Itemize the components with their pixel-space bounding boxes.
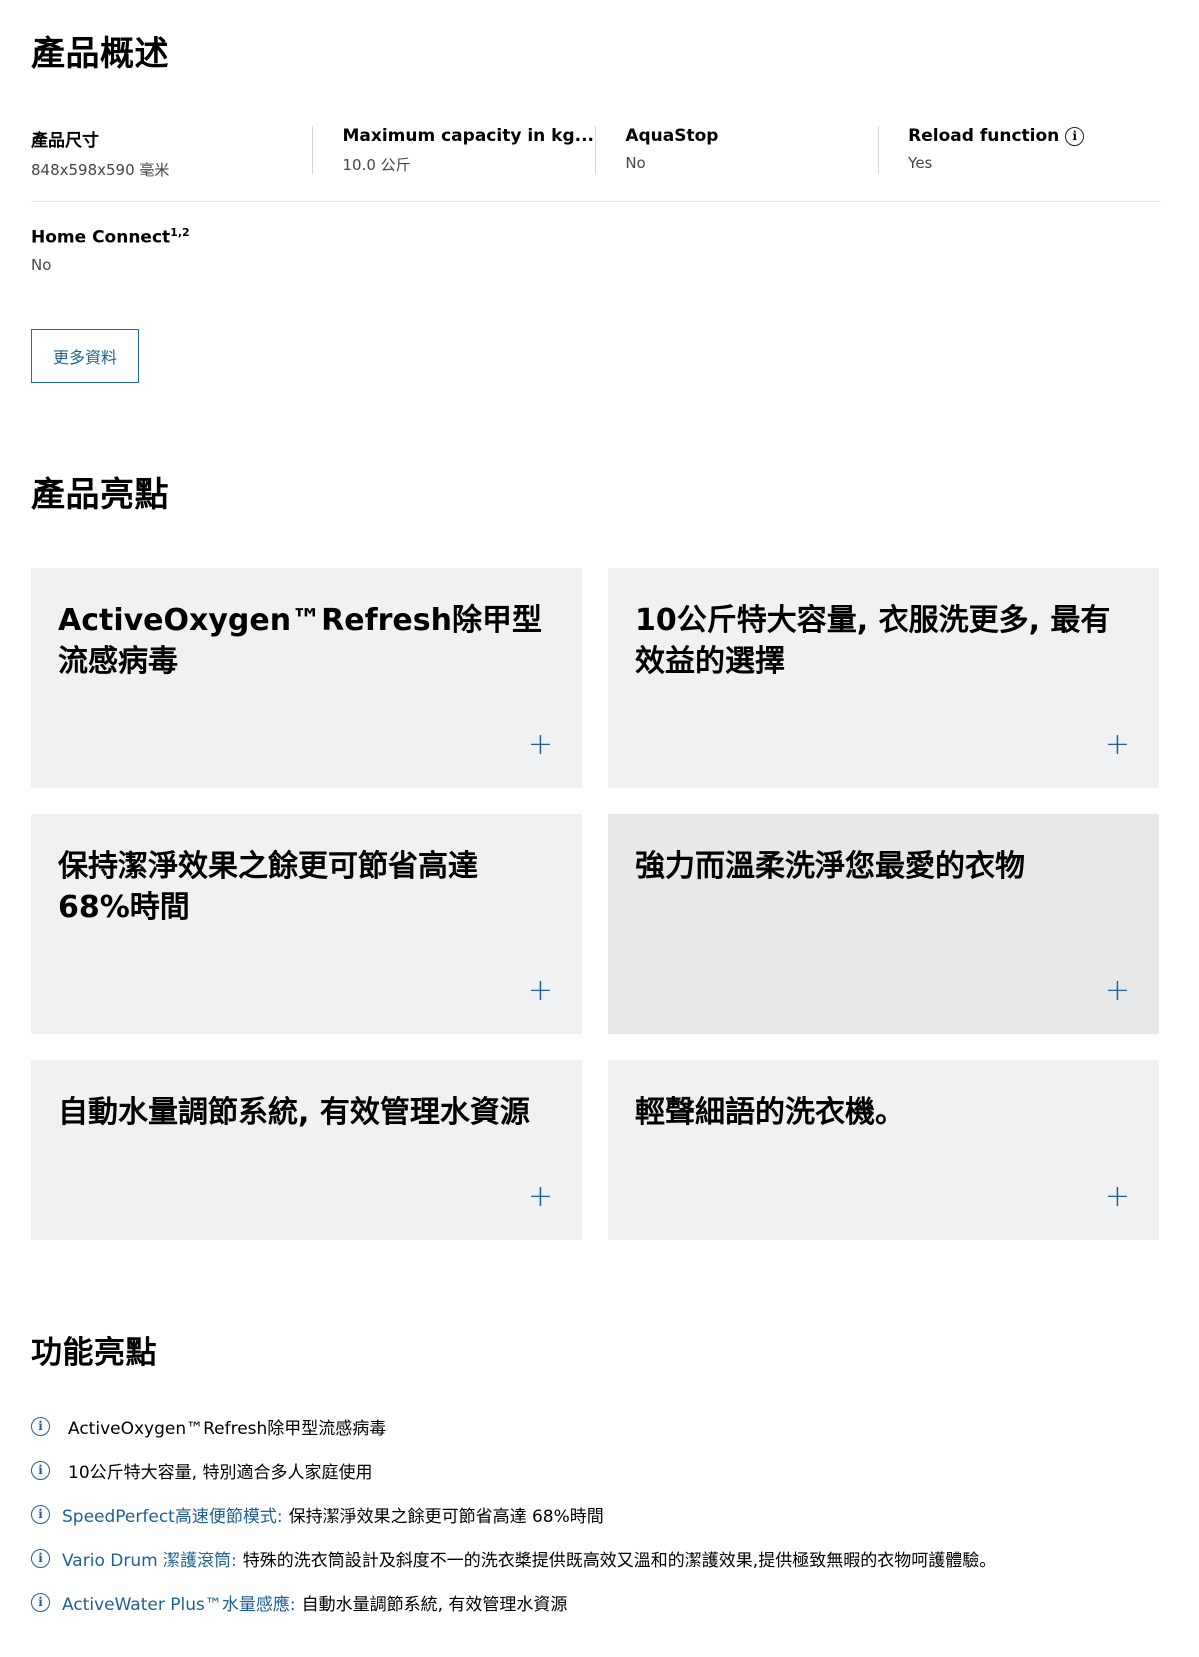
feature-text: 保持潔淨效果之餘更可節省高達 68%時間: [288, 1506, 604, 1527]
card-title: 自動水量調節系統, 有效管理水資源: [58, 1095, 530, 1130]
plus-icon[interactable]: +: [1105, 976, 1130, 1006]
list-item: i 10公斤特大容量, 特別適合多人家庭使用: [31, 1448, 996, 1492]
list-item: i Vario Drum 潔護滾筒: 特殊的洗衣筒設計及斜度不一的洗衣槳提供既高…: [31, 1536, 996, 1580]
spec-home-connect: Home Connect1,2 No: [31, 226, 190, 274]
highlight-card[interactable]: 輕聲細語的洗衣機。 +: [608, 1060, 1159, 1240]
highlight-card[interactable]: ActiveOxygen™Refresh除甲型流感病毒 +: [31, 568, 582, 788]
plus-icon[interactable]: +: [528, 730, 553, 760]
spec-row: 產品尺寸 848x598x590 毫米 Maximum capacity in …: [31, 126, 1161, 202]
highlight-cards: ActiveOxygen™Refresh除甲型流感病毒 + 10公斤特大容量, …: [31, 568, 1161, 1240]
list-item: i SpeedPerfect高速便節模式: 保持潔淨效果之餘更可節省高達 68%…: [31, 1492, 996, 1536]
spec-label: AquaStop: [625, 126, 719, 146]
feature-text: 特殊的洗衣筒設計及斜度不一的洗衣槳提供既高效又溫和的潔護效果,提供極致無暇的衣物…: [242, 1550, 997, 1571]
plus-icon[interactable]: +: [1105, 1182, 1130, 1212]
spec-dimensions: 產品尺寸 848x598x590 毫米: [31, 126, 312, 179]
list-item: i ActiveOxygen™Refresh除甲型流感病毒: [31, 1404, 996, 1448]
overview-title: 產品概述: [31, 34, 169, 74]
highlight-card[interactable]: 10公斤特大容量, 衣服洗更多, 最有效益的選擇 +: [608, 568, 1159, 788]
highlight-card[interactable]: 強力而溫柔洗淨您最愛的衣物 +: [608, 814, 1159, 1034]
info-icon[interactable]: i: [1065, 126, 1085, 146]
feature-text: 自動水量調節系統, 有效管理水資源: [301, 1594, 568, 1615]
spec-label: Maximum capacity in kg...: [342, 126, 595, 146]
spec-value: 10.0 公斤: [342, 156, 411, 174]
footnote-ref: 1,2: [170, 226, 190, 239]
spec-label: Reload function: [908, 126, 1060, 146]
spec-label: 產品尺寸: [31, 131, 99, 151]
spec-capacity: Maximum capacity in kg... 10.0 公斤: [312, 126, 595, 174]
highlights-title: 產品亮點: [31, 475, 169, 515]
info-icon[interactable]: i: [31, 1460, 50, 1480]
spec-reload: Reload function i Yes: [878, 126, 1161, 174]
feature-text: 10公斤特大容量, 特別適合多人家庭使用: [68, 1462, 373, 1483]
feature-link[interactable]: ActiveWater Plus™水量感應:: [62, 1590, 296, 1615]
spec-aquastop: AquaStop No: [595, 126, 878, 174]
plus-icon[interactable]: +: [1105, 730, 1130, 760]
feature-link[interactable]: Vario Drum 潔護滾筒:: [62, 1546, 237, 1571]
spec-value: No: [31, 255, 52, 274]
info-icon[interactable]: i: [31, 1416, 50, 1436]
card-title: 輕聲細語的洗衣機。: [635, 1095, 905, 1130]
spec-value: Yes: [908, 154, 933, 172]
card-title: 10公斤特大容量, 衣服洗更多, 最有效益的選擇: [635, 603, 1111, 679]
spec-label-wrap: Reload function i: [908, 126, 1161, 146]
card-title: 保持潔淨效果之餘更可節省高達 68%時間: [58, 849, 478, 925]
spec-label-wrap: Home Connect1,2: [31, 226, 190, 248]
features-title: 功能亮點: [31, 1335, 157, 1371]
list-item: i ActiveWater Plus™水量感應: 自動水量調節系統, 有效管理水…: [31, 1580, 996, 1624]
spec-value: 848x598x590 毫米: [31, 161, 170, 179]
info-icon[interactable]: i: [31, 1548, 50, 1568]
info-icon[interactable]: i: [31, 1592, 50, 1612]
card-title: ActiveOxygen™Refresh除甲型流感病毒: [58, 603, 542, 679]
spec-value: No: [625, 154, 646, 172]
more-info-button[interactable]: 更多資料: [31, 329, 139, 383]
product-page: 產品概述 產品尺寸 848x598x590 毫米 Maximum capacit…: [0, 0, 1199, 1657]
feature-list: i ActiveOxygen™Refresh除甲型流感病毒 i 10公斤特大容量…: [31, 1404, 996, 1624]
feature-text: ActiveOxygen™Refresh除甲型流感病毒: [68, 1418, 387, 1439]
card-title: 強力而溫柔洗淨您最愛的衣物: [635, 849, 1025, 884]
highlight-card[interactable]: 自動水量調節系統, 有效管理水資源 +: [31, 1060, 582, 1240]
spec-table: 產品尺寸 848x598x590 毫米 Maximum capacity in …: [31, 126, 1161, 202]
highlight-card[interactable]: 保持潔淨效果之餘更可節省高達 68%時間 +: [31, 814, 582, 1034]
info-icon[interactable]: i: [31, 1504, 50, 1524]
spec-label: Home Connect: [31, 227, 171, 248]
feature-link[interactable]: SpeedPerfect高速便節模式:: [62, 1502, 283, 1527]
plus-icon[interactable]: +: [528, 1182, 553, 1212]
plus-icon[interactable]: +: [528, 976, 553, 1006]
